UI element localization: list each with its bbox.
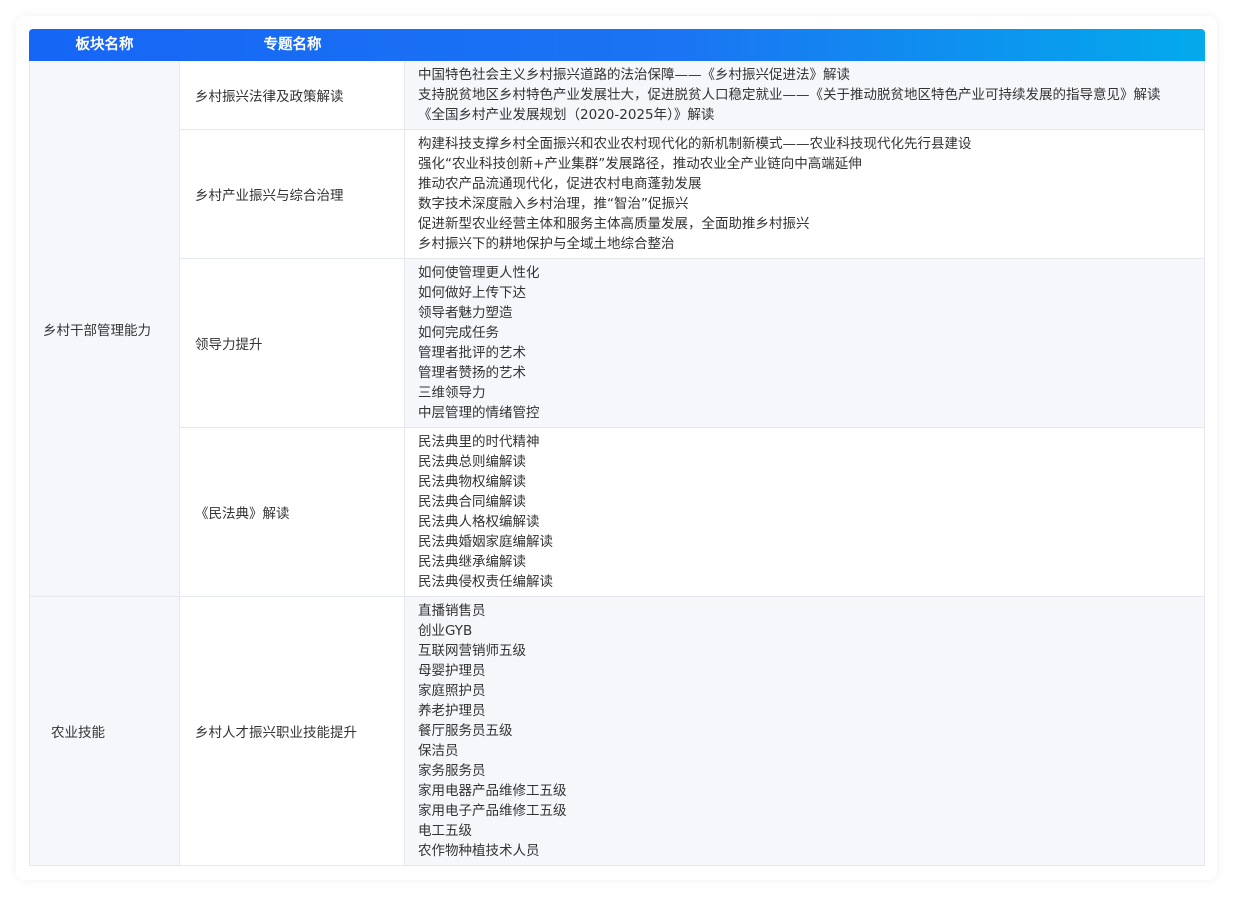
block-name-cell: 农业技能 bbox=[29, 597, 180, 865]
table-row: 领导力提升 如何使管理更人性化 如何做好上传下达 领导者魅力塑造 如何完成任务 … bbox=[180, 259, 1205, 428]
course-item: 农作物种植技术人员 bbox=[418, 843, 540, 859]
course-item: 民法典物权编解读 bbox=[418, 474, 526, 490]
block-name-cell: 乡村干部管理能力 bbox=[29, 61, 180, 596]
course-item: 民法典继承编解读 bbox=[418, 554, 526, 570]
course-item: 民法典总则编解读 bbox=[418, 454, 526, 470]
table-row: 乡村振兴法律及政策解读 中国特色社会主义乡村振兴道路的法治保障——《乡村振兴促进… bbox=[180, 61, 1205, 130]
course-item: 促进新型农业经营主体和服务主体高质量发展，全面助推乡村振兴 bbox=[418, 216, 810, 232]
course-item: 家用电子产品维修工五级 bbox=[418, 803, 567, 819]
course-item: 餐厅服务员五级 bbox=[418, 723, 513, 739]
header-block-name: 板块名称 bbox=[75, 37, 134, 53]
course-item: 管理者批评的艺术 bbox=[418, 345, 526, 361]
course-item: 中国特色社会主义乡村振兴道路的法治保障——《乡村振兴促进法》解读 bbox=[418, 67, 850, 83]
course-item: 创业GYB bbox=[418, 623, 473, 639]
course-item: 领导者魅力塑造 bbox=[418, 305, 513, 321]
course-item: 电工五级 bbox=[418, 823, 472, 839]
course-item: 养老护理员 bbox=[418, 703, 486, 719]
topic-name-cell: 《民法典》解读 bbox=[180, 428, 405, 596]
curriculum-card: 板块名称 专题名称 乡村干部管理能力 乡村振兴法律及政策解读 中国特色社会主义乡… bbox=[16, 16, 1217, 880]
table-section: 乡村干部管理能力 乡村振兴法律及政策解读 中国特色社会主义乡村振兴道路的法治保障… bbox=[29, 61, 1205, 597]
topic-name-cell: 乡村产业振兴与综合治理 bbox=[180, 130, 405, 258]
course-item: 民法典侵权责任编解读 bbox=[418, 574, 553, 590]
course-item: 推动农产品流通现代化，促进农村电商蓬勃发展 bbox=[418, 176, 702, 192]
header-topic-name: 专题名称 bbox=[263, 37, 322, 53]
course-item: 如何做好上传下达 bbox=[418, 285, 526, 301]
table-row: 乡村产业振兴与综合治理 构建科技支撑乡村全面振兴和农业农村现代化的新机制新模式—… bbox=[180, 130, 1205, 259]
course-item: 家庭照护员 bbox=[418, 683, 486, 699]
course-list: 民法典里的时代精神 民法典总则编解读 民法典物权编解读 民法典合同编解读 民法典… bbox=[405, 428, 1205, 596]
table-row: 《民法典》解读 民法典里的时代精神 民法典总则编解读 民法典物权编解读 民法典合… bbox=[180, 428, 1205, 596]
course-item: 家用电器产品维修工五级 bbox=[418, 783, 567, 799]
course-item: 民法典人格权编解读 bbox=[418, 514, 540, 530]
table-row: 乡村人才振兴职业技能提升 直播销售员 创业GYB 互联网营销师五级 母婴护理员 … bbox=[180, 597, 1205, 865]
curriculum-table: 板块名称 专题名称 乡村干部管理能力 乡村振兴法律及政策解读 中国特色社会主义乡… bbox=[29, 29, 1205, 866]
table-section: 农业技能 乡村人才振兴职业技能提升 直播销售员 创业GYB 互联网营销师五级 母… bbox=[29, 597, 1205, 866]
course-item: 《全国乡村产业发展规划（2020-2025年）》解读 bbox=[418, 107, 715, 123]
course-item: 母婴护理员 bbox=[418, 663, 486, 679]
course-item: 如何完成任务 bbox=[418, 325, 499, 341]
course-list: 如何使管理更人性化 如何做好上传下达 领导者魅力塑造 如何完成任务 管理者批评的… bbox=[405, 259, 1205, 427]
course-item: 强化“农业科技创新+产业集群”发展路径，推动农业全产业链向中高端延伸 bbox=[418, 156, 862, 172]
table-header: 板块名称 专题名称 bbox=[29, 29, 1205, 61]
course-list: 直播销售员 创业GYB 互联网营销师五级 母婴护理员 家庭照护员 养老护理员 餐… bbox=[405, 597, 1205, 865]
topic-name-cell: 乡村振兴法律及政策解读 bbox=[180, 61, 405, 129]
course-item: 构建科技支撑乡村全面振兴和农业农村现代化的新机制新模式——农业科技现代化先行县建… bbox=[418, 136, 972, 152]
course-item: 保洁员 bbox=[418, 743, 459, 759]
course-item: 民法典婚姻家庭编解读 bbox=[418, 534, 553, 550]
course-list: 构建科技支撑乡村全面振兴和农业农村现代化的新机制新模式——农业科技现代化先行县建… bbox=[405, 130, 1205, 258]
course-item: 乡村振兴下的耕地保护与全域土地综合整治 bbox=[418, 236, 675, 252]
course-item: 管理者赞扬的艺术 bbox=[418, 365, 526, 381]
course-item: 家务服务员 bbox=[418, 763, 486, 779]
topic-name-cell: 领导力提升 bbox=[180, 259, 405, 427]
course-list: 中国特色社会主义乡村振兴道路的法治保障——《乡村振兴促进法》解读 支持脱贫地区乡… bbox=[405, 61, 1205, 129]
course-item: 互联网营销师五级 bbox=[418, 643, 526, 659]
course-item: 直播销售员 bbox=[418, 603, 486, 619]
course-item: 中层管理的情绪管控 bbox=[418, 405, 540, 421]
course-item: 数字技术深度融入乡村治理，推“智治”促振兴 bbox=[418, 196, 689, 212]
course-item: 支持脱贫地区乡村特色产业发展壮大，促进脱贫人口稳定就业——《关于推动脱贫地区特色… bbox=[418, 87, 1161, 103]
topic-name-cell: 乡村人才振兴职业技能提升 bbox=[180, 597, 405, 865]
course-item: 民法典合同编解读 bbox=[418, 494, 526, 510]
course-item: 三维领导力 bbox=[418, 385, 486, 401]
course-item: 如何使管理更人性化 bbox=[418, 265, 540, 281]
course-item: 民法典里的时代精神 bbox=[418, 434, 540, 450]
